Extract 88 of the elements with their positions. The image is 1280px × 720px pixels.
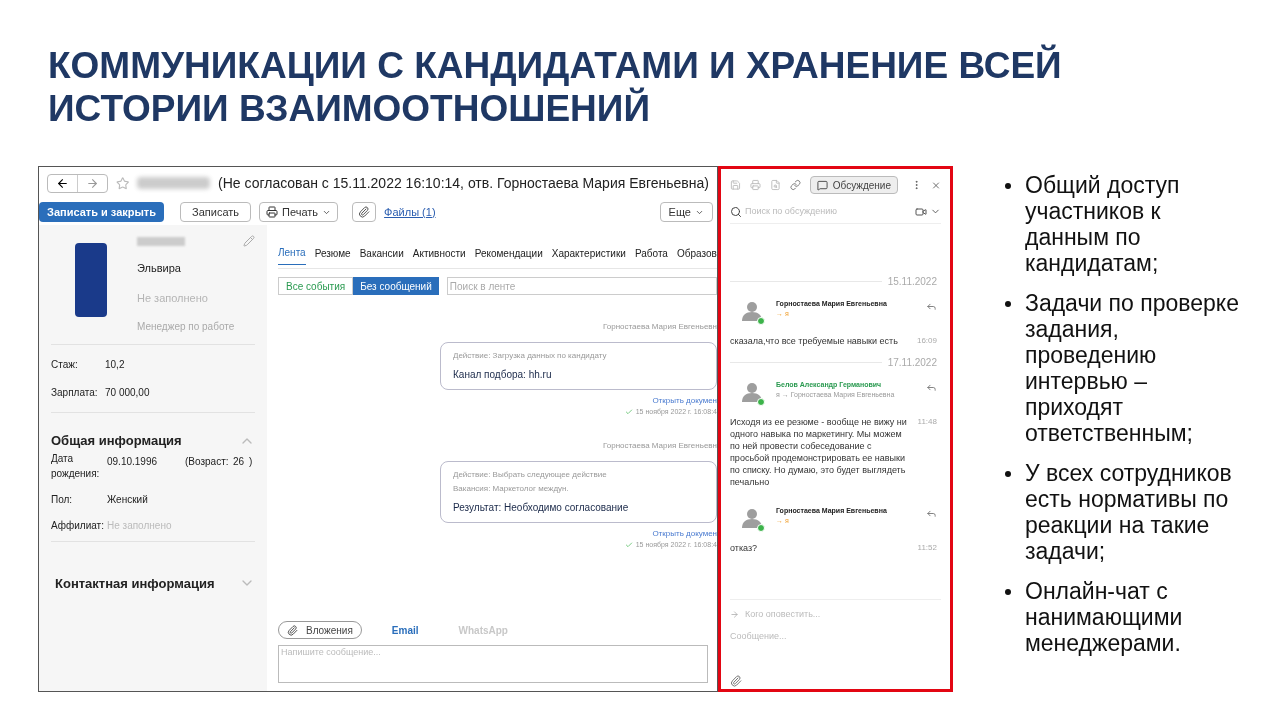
bullet-text: Общий доступ участников к данным по кандидатам; bbox=[1025, 172, 1181, 276]
message-field[interactable]: Напишите сообщение... bbox=[278, 645, 708, 683]
tab[interactable]: Образов bbox=[676, 241, 717, 265]
bullet-text: У всех сотрудников есть нормативы по реакции на такие задачи; bbox=[1025, 460, 1233, 564]
message-text: сказала,что все требуемые навыки есть bbox=[730, 334, 899, 347]
event-author: Горностаева Мария Евгеньевн bbox=[602, 439, 717, 452]
tab[interactable]: Лента bbox=[278, 241, 306, 265]
event-result: Результат: Необходимо согласование bbox=[453, 500, 630, 515]
event-detail: Вакансия: Маркетолог междун. bbox=[453, 482, 570, 495]
save-icon[interactable] bbox=[730, 179, 741, 191]
paperclip-icon bbox=[358, 206, 371, 218]
discussion-button[interactable]: Обсуждение bbox=[809, 176, 898, 194]
attach-button[interactable] bbox=[352, 202, 377, 222]
check-icon bbox=[624, 408, 633, 417]
event-result: Канал подбора: hh.ru bbox=[453, 368, 553, 382]
attach-icon[interactable] bbox=[730, 675, 742, 687]
event-author: Горностаева Мария Евгеньевн bbox=[602, 321, 717, 333]
speech-bubble-icon bbox=[816, 179, 828, 191]
back-arrow-icon bbox=[56, 176, 69, 190]
date-separator: 17.11.2022 bbox=[887, 355, 938, 370]
profile-field: Не заполнено bbox=[137, 289, 255, 306]
section-title[interactable]: Контактная информация bbox=[55, 573, 215, 593]
preview-icon[interactable] bbox=[769, 179, 781, 191]
field-label: Аффилиат: bbox=[51, 518, 105, 533]
field-value: 10,2 bbox=[105, 358, 125, 372]
field-label: (Возраст: bbox=[185, 454, 230, 469]
link-icon[interactable] bbox=[789, 179, 801, 191]
bullet-icon bbox=[1005, 183, 1011, 189]
slide-title: КОММУНИКАЦИИ С КАНДИДАТАМИ И ХРАНЕНИЕ ВСЕЙ ИСТОРИИ ВЗАИМООТНОШЕНИЙ bbox=[48, 44, 1063, 130]
message-text: Исходя из ее резюме - вообще не вижу ни одного навыка по маркетингу. Мы можем по ней провести собеседование с просьбой продемонстрировать ее навыки по списку. Но думаю, это будет выглядеть печально bbox=[730, 415, 908, 488]
message-time: 11:52 bbox=[917, 541, 937, 554]
close-icon[interactable] bbox=[930, 179, 941, 191]
field-value: 26 bbox=[233, 454, 246, 469]
message-time: 11:48 bbox=[917, 415, 937, 428]
tab[interactable]: Характеристики bbox=[551, 241, 626, 265]
open-document-link[interactable]: Открыть докумен bbox=[652, 395, 717, 407]
field-label: Стаж: bbox=[51, 358, 79, 372]
search-icon bbox=[730, 205, 742, 218]
chat-message-field[interactable]: Сообщение... bbox=[730, 629, 941, 643]
date-separator: 15.11.2022 bbox=[887, 274, 938, 289]
message-time: 16:09 bbox=[916, 334, 937, 347]
event-detail: Действие: Выбрать следующее действие bbox=[453, 468, 608, 481]
bullet-text: Задачи по проверке задания, проведению интервью – приходят ответственным; bbox=[1025, 290, 1240, 446]
edit-icon[interactable] bbox=[243, 235, 255, 247]
printer-icon bbox=[266, 206, 279, 218]
window-title: (Не согласован с 15.11.2022 16:10:14, отв. Горностаева Мария Евгеньевна) bbox=[218, 173, 709, 193]
section-title[interactable]: Общая информация bbox=[51, 431, 182, 451]
field-label: Зарплата: bbox=[51, 386, 99, 400]
print-icon[interactable] bbox=[749, 179, 761, 191]
tab[interactable]: Активности bbox=[412, 241, 466, 265]
forward-arrow-icon bbox=[86, 176, 99, 190]
blurred-name bbox=[137, 236, 185, 246]
channel-tab[interactable]: Email bbox=[391, 622, 419, 638]
save-button[interactable]: Записать bbox=[180, 202, 252, 222]
event-detail: Действие: Загрузка данных по кандидату bbox=[453, 350, 608, 362]
tab[interactable]: Работа bbox=[634, 241, 668, 265]
profile-field: Менеджер по работе bbox=[137, 319, 255, 334]
field-value: Не заполнено bbox=[107, 518, 172, 533]
filter-button[interactable]: Без сообщений bbox=[353, 277, 439, 295]
field-value: ) bbox=[249, 454, 253, 469]
check-icon bbox=[624, 540, 633, 549]
paperclip-icon bbox=[287, 624, 298, 636]
discussion-search-field[interactable]: Поиск по обсуждению bbox=[745, 205, 912, 219]
files-link[interactable]: Файлы (1) bbox=[384, 203, 436, 221]
open-document-link[interactable]: Открыть докумен bbox=[652, 527, 717, 540]
notify-field[interactable]: Кого оповестить... bbox=[745, 608, 941, 622]
feed-search-field[interactable]: Поиск в ленте bbox=[446, 277, 717, 295]
field-value: Женский bbox=[107, 492, 148, 507]
bullet-icon bbox=[1005, 589, 1011, 595]
save-close-button[interactable]: Записать и закрыть bbox=[39, 202, 165, 222]
video-icon[interactable] bbox=[915, 205, 927, 218]
field-value: 70 000,00 bbox=[105, 386, 150, 400]
print-button[interactable]: Печать bbox=[259, 202, 339, 222]
arrow-icon bbox=[730, 610, 739, 620]
bullet-icon bbox=[1005, 301, 1011, 307]
field-value: 09.10.1996 bbox=[107, 454, 159, 469]
star-icon[interactable] bbox=[116, 174, 130, 192]
bullet-text: Онлайн-чат с нанимающими менеджерами. bbox=[1025, 578, 1184, 656]
tab[interactable]: Рекомендации bbox=[474, 241, 543, 265]
field-label: Дата рождения: bbox=[51, 451, 101, 481]
field-label: Пол: bbox=[51, 492, 74, 507]
filter-button[interactable]: Все события bbox=[278, 277, 354, 295]
bullet-icon bbox=[1005, 471, 1011, 477]
more-button[interactable]: Еще bbox=[659, 202, 713, 222]
first-name: Эльвира bbox=[137, 261, 182, 276]
tab[interactable]: Резюме bbox=[314, 241, 351, 265]
tab[interactable]: Вакансии bbox=[359, 241, 404, 265]
message-text: отказ? bbox=[730, 541, 759, 554]
